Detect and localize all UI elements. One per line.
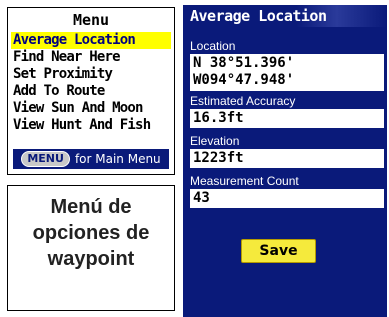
longitude-value: W094°47.948' [193, 72, 295, 88]
save-button[interactable]: Save [241, 239, 316, 263]
menu-item-view-sun-and-moon[interactable]: View Sun And Moon [11, 100, 174, 117]
waypoint-options-menu: Menu Average Location Find Near Here Set… [7, 7, 175, 175]
menu-item-set-proximity[interactable]: Set Proximity [11, 66, 174, 83]
average-location-screen: Average Location Location N 38°51.396' W… [183, 5, 387, 317]
latitude-value: N 38°51.396' [193, 55, 295, 71]
menu-item-view-hunt-and-fish[interactable]: View Hunt And Fish [11, 117, 174, 134]
location-field: N 38°51.396' W094°47.948' [190, 54, 384, 91]
menu-footer-hint: MENU for Main Menu [13, 149, 169, 169]
measurement-count-value: 43 [190, 189, 384, 208]
menu-item-add-to-route[interactable]: Add To Route [11, 83, 174, 100]
menu-item-find-near-here[interactable]: Find Near Here [11, 49, 174, 66]
caption-line-3: waypoint [47, 248, 135, 270]
page-title: Average Location [185, 5, 387, 27]
menu-title: Menu [72, 11, 110, 29]
caption-box: Menú de opciones de waypoint [7, 185, 175, 311]
estimated-accuracy-label: Estimated Accuracy [190, 94, 296, 108]
menu-item-average-location[interactable]: Average Location [11, 32, 171, 49]
caption-line-2: opciones de [32, 222, 150, 244]
menu-footer-text: for Main Menu [74, 152, 161, 166]
location-label: Location [190, 39, 236, 53]
estimated-accuracy-value: 16.3ft [190, 109, 384, 128]
menu-key-icon: MENU [21, 151, 70, 167]
elevation-value: 1223ft [190, 149, 384, 168]
measurement-count-label: Measurement Count [190, 174, 299, 188]
caption-text: Menú de opciones de waypoint [8, 194, 174, 272]
caption-line-1: Menú de [50, 196, 132, 218]
elevation-label: Elevation [190, 134, 240, 148]
menu-list: Average Location Find Near Here Set Prox… [8, 32, 174, 134]
